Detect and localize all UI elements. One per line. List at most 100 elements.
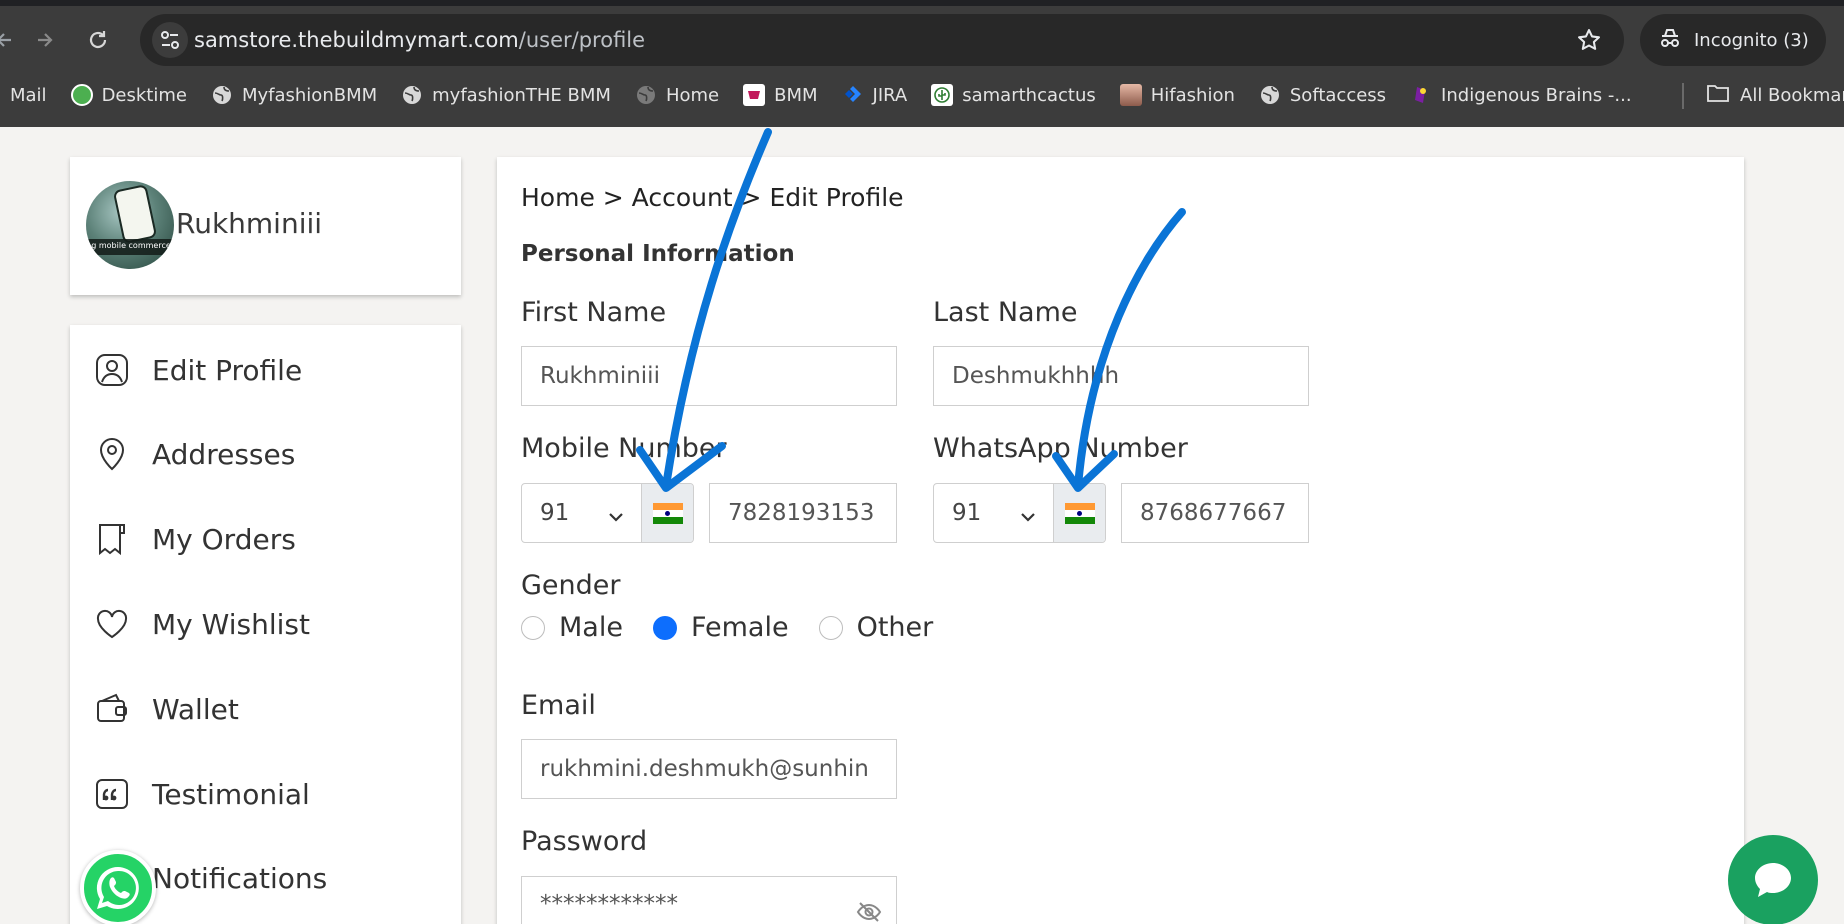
bookmark-label: Desktime xyxy=(101,84,187,106)
bookmarks-separator xyxy=(1682,83,1684,109)
forward-icon[interactable] xyxy=(27,22,63,58)
url-path: /user/profile xyxy=(518,28,646,52)
india-flag-icon xyxy=(1053,484,1105,542)
whatsapp-icon xyxy=(96,866,139,909)
hifashion-icon xyxy=(1119,84,1142,106)
quote-icon xyxy=(96,779,128,809)
incognito-button[interactable]: Incognito (3) xyxy=(1640,14,1826,66)
incognito-label: Incognito (3) xyxy=(1694,29,1809,51)
bookmark-label: Hifashion xyxy=(1150,84,1235,106)
bookmark-hifashion[interactable]: Hifashion xyxy=(1119,84,1235,106)
mobile-country-code-select[interactable]: 91 xyxy=(521,483,694,543)
sidebar-item-testimonial[interactable]: Testimonial xyxy=(94,774,310,814)
whatsapp-country-code-value[interactable]: 91 xyxy=(934,484,1053,542)
bookmark-samarthcactus[interactable]: samarthcactus xyxy=(931,84,1096,106)
whatsapp-country-code-select[interactable]: 91 xyxy=(933,483,1106,543)
url-text[interactable]: samstore.thebuildmymart.com/user/profile xyxy=(194,28,645,52)
gender-other-radio[interactable] xyxy=(818,615,843,640)
bookmark-desktime[interactable]: Desktime xyxy=(70,84,187,106)
whatsapp-code-text: 91 xyxy=(952,500,982,526)
whatsapp-number-input[interactable]: 8768677667 xyxy=(1121,483,1309,543)
whatsapp-number-label: WhatsApp Number xyxy=(933,433,1188,464)
india-flag-icon xyxy=(641,484,693,542)
gender-label: Gender xyxy=(521,570,621,601)
sidebar-item-addresses[interactable]: Addresses xyxy=(94,434,295,474)
mobile-country-code-value[interactable]: 91 xyxy=(522,484,641,542)
bookmark-softaccess[interactable]: Softaccess xyxy=(1259,84,1386,106)
jira-icon xyxy=(842,84,864,106)
edit-profile-card: Home > Account > Edit Profile Personal I… xyxy=(497,157,1744,924)
all-bookmarks-button[interactable]: All Bookmarks xyxy=(1706,78,1844,112)
indigenous-icon xyxy=(1410,84,1432,106)
bookmark-jira[interactable]: JIRA xyxy=(842,84,908,106)
avatar[interactable]: g mobile commerce xyxy=(86,181,174,269)
all-bookmarks-label: All Bookmarks xyxy=(1740,84,1844,106)
avatar-phone-graphic xyxy=(115,186,155,242)
chat-float-button[interactable] xyxy=(1728,835,1818,924)
bookmark-home[interactable]: Home xyxy=(635,84,719,106)
bookmark-myfashionthebmm[interactable]: myfashionTHE BMM xyxy=(401,84,611,106)
bookmark-label: JIRA xyxy=(872,84,908,106)
browser-chrome: samstore.thebuildmymart.com/user/profile… xyxy=(0,0,1844,127)
eye-slash-icon[interactable] xyxy=(856,901,882,924)
sidebar-item-my-orders[interactable]: My Orders xyxy=(94,519,296,559)
password-label: Password xyxy=(521,826,648,857)
mobile-code-text: 91 xyxy=(540,500,570,526)
profile-card: g mobile commerce Rukhminiii xyxy=(70,157,461,295)
first-name-input[interactable]: Rukhminiii xyxy=(521,346,897,406)
gender-female-radio[interactable] xyxy=(652,615,677,640)
location-pin-icon xyxy=(99,438,125,471)
folder-icon xyxy=(1706,83,1730,108)
last-name-input[interactable]: Deshmukhhhh xyxy=(933,346,1309,406)
bookmark-mail[interactable]: Mail xyxy=(10,85,47,106)
mobile-number-input[interactable]: 7828193153 xyxy=(709,483,897,543)
globe-icon xyxy=(1259,84,1281,106)
gender-radio-group: Male Female Other xyxy=(521,612,933,643)
bookmark-label: Indigenous Brains -... xyxy=(1441,84,1632,106)
globe-icon xyxy=(401,84,423,106)
bookmark-myfashionbmm[interactable]: MyfashionBMM xyxy=(211,84,377,106)
heart-icon xyxy=(96,609,128,639)
reload-icon[interactable] xyxy=(80,22,116,58)
sidebar-item-label: My Orders xyxy=(152,522,296,556)
url-host: samstore.thebuildmymart.com xyxy=(194,28,519,52)
sidebar-item-edit-profile[interactable]: Edit Profile xyxy=(94,350,302,390)
bookmark-label: MyfashionBMM xyxy=(241,84,378,106)
cactus-icon xyxy=(931,84,954,106)
sidebar-item-label: Addresses xyxy=(152,437,296,471)
globe-icon xyxy=(635,84,657,106)
bookmark-label: BMM xyxy=(774,84,818,106)
breadcrumb[interactable]: Home > Account > Edit Profile xyxy=(521,183,904,212)
section-title: Personal Information xyxy=(521,241,795,267)
avatar-text: g mobile commerce xyxy=(91,241,171,250)
bookmark-indigenous-brains[interactable]: Indigenous Brains -... xyxy=(1410,84,1632,106)
password-value: ************ xyxy=(540,891,678,917)
bookmark-label: Mail xyxy=(10,84,47,106)
gender-male-radio[interactable] xyxy=(521,615,545,640)
bmm-icon xyxy=(743,84,766,106)
bookmark-star-icon[interactable] xyxy=(1576,27,1602,53)
tab-strip xyxy=(0,0,1844,6)
user-icon xyxy=(96,354,128,386)
gender-other-label[interactable]: Other xyxy=(857,612,934,643)
desktime-icon xyxy=(70,84,93,106)
receipt-icon xyxy=(99,524,125,556)
sidebar-item-wallet[interactable]: Wallet xyxy=(94,689,239,729)
back-icon[interactable] xyxy=(0,22,22,58)
site-settings-icon[interactable] xyxy=(152,22,188,58)
whatsapp-float-button[interactable] xyxy=(80,850,156,924)
address-bar[interactable]: samstore.thebuildmymart.com/user/profile xyxy=(140,14,1624,66)
account-sidebar: Edit Profile Addresses My Orders My Wish… xyxy=(70,325,461,924)
chevron-down-icon xyxy=(607,504,625,530)
gender-female-label[interactable]: Female xyxy=(691,612,789,643)
email-input[interactable]: rukhmini.deshmukh@sunhin xyxy=(521,739,897,799)
sidebar-item-label: My Wishlist xyxy=(152,607,310,641)
password-input[interactable]: ************ xyxy=(521,876,897,924)
bookmark-label: samarthcactus xyxy=(962,84,1096,106)
bookmark-bmm[interactable]: BMM xyxy=(743,84,818,106)
last-name-label: Last Name xyxy=(933,297,1078,328)
mobile-number-label: Mobile Number xyxy=(521,433,727,464)
first-name-label: First Name xyxy=(521,297,667,328)
sidebar-item-my-wishlist[interactable]: My Wishlist xyxy=(94,604,310,644)
gender-male-label[interactable]: Male xyxy=(559,612,623,643)
